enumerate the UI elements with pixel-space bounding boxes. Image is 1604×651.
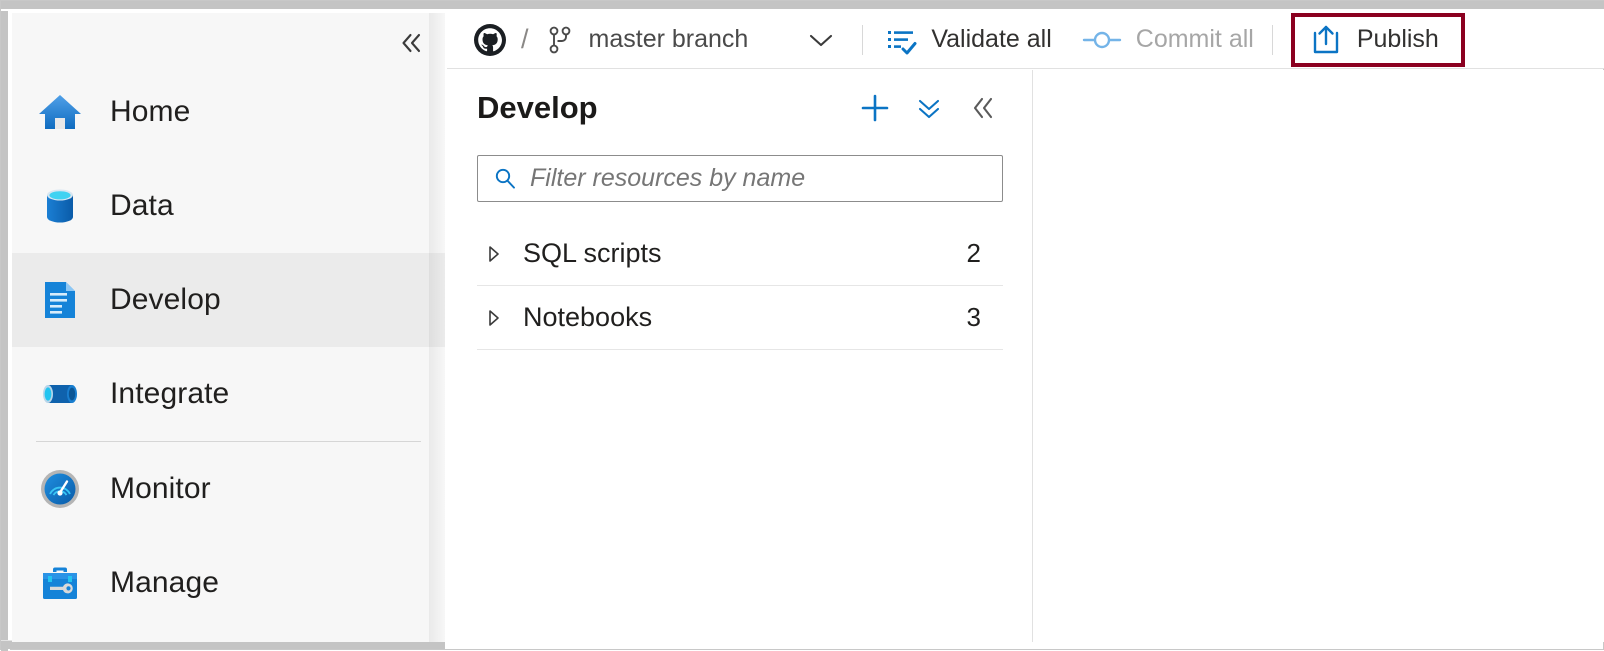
- tree-item-count: 2: [966, 238, 981, 268]
- publish-highlight-box: Publish: [1290, 11, 1465, 68]
- sidebar-item-label: Integrate: [110, 377, 230, 410]
- double-chevron-down-icon: [918, 99, 940, 119]
- tree-item-label: SQL scripts: [523, 238, 662, 268]
- synapse-studio-window: Home Data Develop Integrate Monitor Mana…: [0, 0, 1604, 651]
- sidebar-item-label: Develop: [110, 283, 221, 316]
- sidebar-collapse-button[interactable]: [391, 23, 431, 63]
- search-icon: [492, 166, 518, 192]
- publish-label: Publish: [1356, 25, 1439, 53]
- sidebar-item-monitor[interactable]: Monitor: [12, 442, 445, 536]
- sidebar-item-label: Monitor: [110, 472, 211, 505]
- validate-all-button[interactable]: Validate all: [885, 11, 1052, 68]
- window-frame-top: [1, 1, 1604, 11]
- develop-panel-header: Develop: [447, 70, 1033, 146]
- sidebar-item-label: Manage: [110, 566, 220, 599]
- home-icon: [39, 95, 81, 129]
- double-chevron-left-icon: [402, 33, 421, 53]
- main-content-area: [1034, 70, 1604, 642]
- validate-all-label: Validate all: [931, 25, 1052, 53]
- hide-panel-button[interactable]: [961, 86, 1005, 130]
- manage-toolbox-icon: [43, 567, 77, 599]
- database-icon: [47, 189, 73, 223]
- tree-row[interactable]: SQL scripts 2: [477, 222, 1003, 286]
- tree-item-label: Notebooks: [523, 302, 653, 332]
- plus-icon: [861, 94, 889, 122]
- add-new-resource-button[interactable]: [853, 86, 897, 130]
- sidebar-item-label: Home: [110, 95, 191, 128]
- search-input[interactable]: [530, 164, 970, 193]
- git-command-toolbar: / master branch Validate all Commit all …: [447, 11, 1604, 69]
- repo-button[interactable]: /: [473, 11, 533, 68]
- sidebar-item-manage[interactable]: Manage: [12, 536, 445, 630]
- page-title: Develop: [477, 90, 598, 125]
- commit-all-label: Commit all: [1135, 25, 1254, 53]
- sidebar-nav-list: Home Data Develop Integrate Monitor Mana…: [12, 65, 445, 630]
- git-branch-icon: [549, 26, 570, 53]
- chevron-down-icon: [810, 34, 833, 46]
- toolbar-divider: [1271, 24, 1273, 55]
- git-commit-icon: [1082, 31, 1121, 48]
- double-chevron-left-icon: [973, 97, 993, 119]
- sidebar-item-integrate[interactable]: Integrate: [12, 347, 445, 441]
- toolbar-divider: [862, 24, 864, 55]
- window-frame-left: [1, 11, 10, 651]
- resource-tree: SQL scripts 2 Notebooks 3: [477, 222, 1003, 350]
- branch-name-label: master branch: [588, 25, 749, 53]
- github-octocat-icon: [474, 23, 506, 56]
- branch-selector[interactable]: master branch: [545, 11, 837, 68]
- validate-checklist-icon: [888, 30, 917, 54]
- collapse-all-button[interactable]: [907, 86, 951, 130]
- filter-resources-box[interactable]: [477, 155, 1003, 202]
- breadcrumb-separator: /: [521, 24, 529, 54]
- tree-row[interactable]: Notebooks 3: [477, 286, 1003, 350]
- branch-dropdown-button[interactable]: [806, 30, 836, 50]
- sidebar-item-label: Data: [110, 189, 174, 222]
- triangle-right-icon[interactable]: [477, 308, 511, 328]
- publish-upload-icon: [1313, 25, 1339, 53]
- monitor-gauge-icon: [41, 470, 79, 508]
- sidebar-item-home[interactable]: Home: [12, 65, 445, 159]
- tree-item-count: 3: [966, 302, 981, 332]
- integrate-pipeline-icon: [43, 385, 77, 403]
- sidebar-item-develop[interactable]: Develop: [12, 253, 445, 347]
- triangle-right-icon[interactable]: [477, 244, 511, 264]
- publish-button[interactable]: Publish: [1309, 11, 1439, 68]
- sidebar-item-data[interactable]: Data: [12, 159, 445, 253]
- left-nav-sidebar: Home Data Develop Integrate Monitor Mana…: [12, 13, 445, 642]
- develop-panel: Develop Filter resources by name SQL scr…: [447, 70, 1033, 642]
- commit-all-button[interactable]: Commit all: [1082, 11, 1254, 68]
- develop-document-icon: [45, 282, 75, 318]
